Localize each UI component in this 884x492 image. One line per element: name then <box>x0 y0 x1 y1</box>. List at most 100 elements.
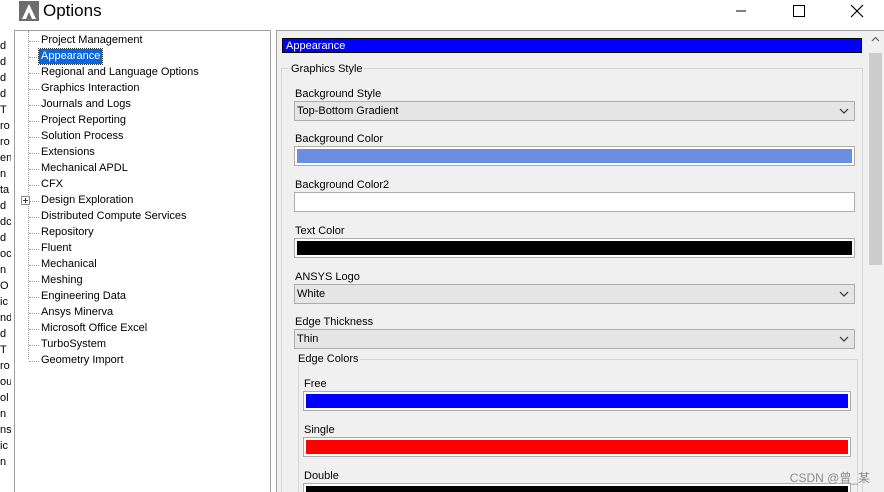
tree-item-project-management[interactable]: Project Management <box>39 33 145 48</box>
background-style-value: Top-Bottom Gradient <box>297 105 399 117</box>
title-bar[interactable]: Options <box>11 0 884 24</box>
scroll-thumb[interactable] <box>869 53 882 265</box>
tree-item-meshing[interactable]: Meshing <box>39 273 85 288</box>
tree-connector-branch <box>29 57 39 58</box>
background-color-label: Background Color <box>295 133 384 145</box>
background-color-swatch <box>297 149 852 163</box>
tree-item-regional-and-language-options[interactable]: Regional and Language Options <box>39 65 201 80</box>
edge-free-label: Free <box>304 378 327 390</box>
background-text-fragment: ou <box>0 376 11 388</box>
section-header: Appearance <box>282 38 862 53</box>
minimize-button[interactable] <box>718 0 764 22</box>
tree-item-cfx[interactable]: CFX <box>39 177 65 192</box>
background-text-fragment: O <box>0 280 9 292</box>
background-color2-picker[interactable] <box>294 192 855 212</box>
edge-double-color-picker[interactable] <box>303 483 851 492</box>
background-text-fragment: nd <box>0 312 11 324</box>
tree-item-turbosystem[interactable]: TurboSystem <box>39 337 108 352</box>
text-color-picker[interactable] <box>294 238 855 258</box>
tree-item-journals-and-logs[interactable]: Journals and Logs <box>39 97 133 112</box>
background-text-fragment: oc <box>0 248 11 260</box>
chevron-down-icon <box>839 336 849 342</box>
edge-thickness-value: Thin <box>297 333 319 345</box>
tree-item-solution-process[interactable]: Solution Process <box>39 129 126 144</box>
background-color-picker[interactable] <box>294 146 855 166</box>
tree-item-geometry-import[interactable]: Geometry Import <box>39 353 126 368</box>
appearance-panel: Appearance Graphics Style Background Sty… <box>276 30 884 492</box>
background-style-select[interactable]: Top-Bottom Gradient <box>294 101 855 121</box>
tree-item-extensions[interactable]: Extensions <box>39 145 97 160</box>
edge-free-swatch <box>306 394 848 408</box>
background-window-strip: d d d d Tro ro en n ta d dc d oc n Oic nd d Tro ou ol n ns ic n <box>0 0 11 492</box>
options-tree[interactable]: Project Management Appearance Regional and… <box>14 30 271 492</box>
background-text-fragment: d <box>0 72 7 84</box>
tree-item-repository[interactable]: Repository <box>39 225 96 240</box>
minimize-icon <box>736 10 746 12</box>
ansys-logo-label: ANSYS Logo <box>295 271 360 283</box>
edge-thickness-label: Edge Thickness <box>295 316 374 328</box>
tree-item-design-exploration[interactable]: Design Exploration <box>39 193 135 208</box>
background-text-fragment: ic <box>0 440 8 452</box>
tree-connector-branch <box>29 201 39 202</box>
window-title: Options <box>43 1 102 20</box>
tree-item-appearance[interactable]: Appearance <box>37 48 104 65</box>
edge-double-label: Double <box>304 470 339 482</box>
tree-item-mechanical-apdl[interactable]: Mechanical APDL <box>39 161 130 176</box>
tree-item-distributed-compute-services[interactable]: Distributed Compute Services <box>39 209 189 224</box>
background-text-fragment: ro <box>0 120 10 132</box>
background-text-fragment: T <box>0 344 7 356</box>
edge-single-color-picker[interactable] <box>303 437 851 457</box>
tree-item-fluent[interactable]: Fluent <box>39 241 74 256</box>
tree-connector-branch <box>29 313 39 314</box>
tree-item-microsoft-office-excel[interactable]: Microsoft Office Excel <box>39 321 149 336</box>
edge-colors-title: Edge Colors <box>297 353 360 365</box>
tree-connector-branch <box>29 121 39 122</box>
background-text-fragment: ro <box>0 136 10 148</box>
tree-connector-branch <box>29 265 39 266</box>
tree-connector-branch <box>29 41 39 42</box>
vertical-scrollbar[interactable] <box>867 31 884 492</box>
tree-connector-branch <box>29 249 39 250</box>
chevron-down-icon <box>839 108 849 114</box>
tree-connector-branch <box>29 73 39 74</box>
background-color2-label: Background Color2 <box>295 179 390 191</box>
edge-single-label: Single <box>304 424 335 436</box>
watermark: CSDN @曾_某 <box>789 471 870 485</box>
close-icon <box>850 4 864 18</box>
tree-item-engineering-data[interactable]: Engineering Data <box>39 289 128 304</box>
background-color2-swatch <box>297 195 852 209</box>
background-text-fragment: ta <box>0 184 10 196</box>
tree-item-ansys-minerva[interactable]: Ansys Minerva <box>39 305 115 320</box>
maximize-button[interactable] <box>776 0 822 22</box>
ansys-logo-select[interactable]: White <box>294 284 855 304</box>
background-style-label: Background Style <box>295 88 382 100</box>
maximize-icon <box>793 5 805 17</box>
scroll-up-arrow-icon[interactable] <box>871 35 880 44</box>
tree-connector-branch <box>29 217 39 218</box>
edge-single-swatch <box>306 440 848 454</box>
text-color-swatch <box>297 241 852 255</box>
background-text-fragment: n <box>0 408 7 420</box>
background-text-fragment: d <box>0 200 7 212</box>
tree-connector-branch <box>29 153 39 154</box>
ansys-logo-value: White <box>297 288 326 300</box>
background-text-fragment: ol <box>0 392 9 404</box>
tree-item-mechanical[interactable]: Mechanical <box>39 257 99 272</box>
close-button[interactable] <box>834 0 880 22</box>
background-text-fragment: en <box>0 152 11 164</box>
tree-item-graphics-interaction[interactable]: Graphics Interaction <box>39 81 141 96</box>
edge-colors-group <box>298 359 858 492</box>
background-text-fragment: dc <box>0 216 11 228</box>
tree-connector-branch <box>29 137 39 138</box>
edge-free-color-picker[interactable] <box>303 391 851 411</box>
background-text-fragment: n <box>0 264 7 276</box>
tree-connector-branch <box>29 169 39 170</box>
expand-plus-icon[interactable] <box>21 196 30 205</box>
edge-double-swatch <box>306 486 848 492</box>
tree-item-project-reporting[interactable]: Project Reporting <box>39 113 128 128</box>
edge-thickness-select[interactable]: Thin <box>294 329 855 349</box>
chevron-down-icon <box>839 291 849 297</box>
background-text-fragment: d <box>0 232 7 244</box>
background-text-fragment: d <box>0 328 7 340</box>
background-text-fragment: d <box>0 40 7 52</box>
